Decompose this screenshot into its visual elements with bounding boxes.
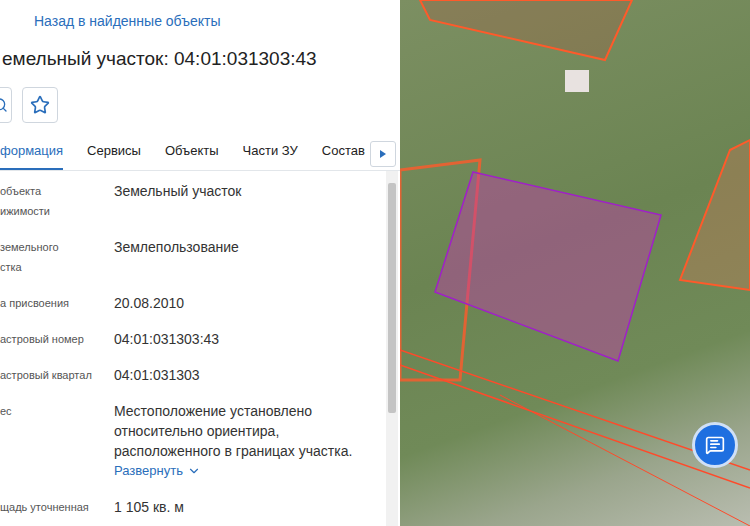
back-link[interactable]: Назад в найденные объекты bbox=[0, 0, 400, 31]
tab[interactable]: Состав bbox=[322, 142, 365, 170]
scrollbar-thumb[interactable] bbox=[388, 183, 396, 413]
search-button[interactable] bbox=[0, 87, 12, 123]
attribute-value: 04:01:031303:43 bbox=[114, 329, 372, 349]
attribute-value: Землепользование bbox=[114, 237, 372, 257]
arrow-right-icon bbox=[380, 150, 386, 158]
map-view[interactable] bbox=[400, 0, 750, 526]
chat-icon bbox=[705, 435, 725, 455]
attribute-label: астровый квартал bbox=[0, 365, 114, 385]
attribute-value: 1 105 кв. м bbox=[114, 497, 372, 517]
attribute-label: ес bbox=[0, 401, 114, 481]
attribute-row: астровый квартал04:01:031303 bbox=[0, 357, 386, 393]
cadastral-app: Назад в найденные объекты емельный участо… bbox=[0, 0, 750, 526]
attribute-value: 20.08.2010 bbox=[114, 293, 372, 313]
tab[interactable]: Объекты bbox=[165, 142, 219, 170]
search-icon bbox=[0, 97, 8, 113]
tab[interactable]: Сервисы bbox=[87, 142, 141, 170]
scrollbar[interactable] bbox=[386, 171, 398, 526]
attribute-label: астровый номер bbox=[0, 329, 114, 349]
star-icon bbox=[30, 95, 50, 115]
attribute-label: объекта ижимости bbox=[0, 181, 114, 221]
chevron-down-icon bbox=[187, 464, 201, 478]
attribute-row: объекта ижимостиЗемельный участок bbox=[0, 173, 386, 229]
attribute-label: а присвоения bbox=[0, 293, 114, 313]
favorite-button[interactable] bbox=[22, 87, 58, 123]
attribute-list: объекта ижимостиЗемельный участокземельн… bbox=[0, 171, 386, 526]
attribute-value: 04:01:031303 bbox=[114, 365, 372, 385]
tabs-scroll-button[interactable] bbox=[370, 141, 396, 167]
attribute-row: щадь уточненная1 105 кв. м bbox=[0, 489, 386, 525]
tab[interactable]: формация bbox=[0, 142, 63, 170]
attribute-row: астровый номер04:01:031303:43 bbox=[0, 321, 386, 357]
action-bar bbox=[0, 87, 400, 123]
attribute-value: Местоположение установлено относительно … bbox=[114, 401, 372, 461]
info-panel: Назад в найденные объекты емельный участо… bbox=[0, 0, 400, 526]
attribute-row: земельного сткаЗемлепользование bbox=[0, 229, 386, 285]
attribute-value: Земельный участок bbox=[114, 181, 372, 201]
tab-bar: формация Сервисы Объекты Части ЗУ Состав bbox=[0, 141, 400, 171]
attribute-label: земельного стка bbox=[0, 237, 114, 277]
object-title: емельный участок: 04:01:031303:43 bbox=[0, 47, 400, 71]
attribute-row: а присвоения20.08.2010 bbox=[0, 285, 386, 321]
chat-button[interactable] bbox=[692, 422, 738, 468]
tab[interactable]: Части ЗУ bbox=[243, 142, 298, 170]
attribute-label: щадь уточненная bbox=[0, 497, 114, 517]
attribute-row: есМестоположение установлено относительн… bbox=[0, 393, 386, 489]
expand-link[interactable]: Развернуть bbox=[114, 461, 372, 481]
